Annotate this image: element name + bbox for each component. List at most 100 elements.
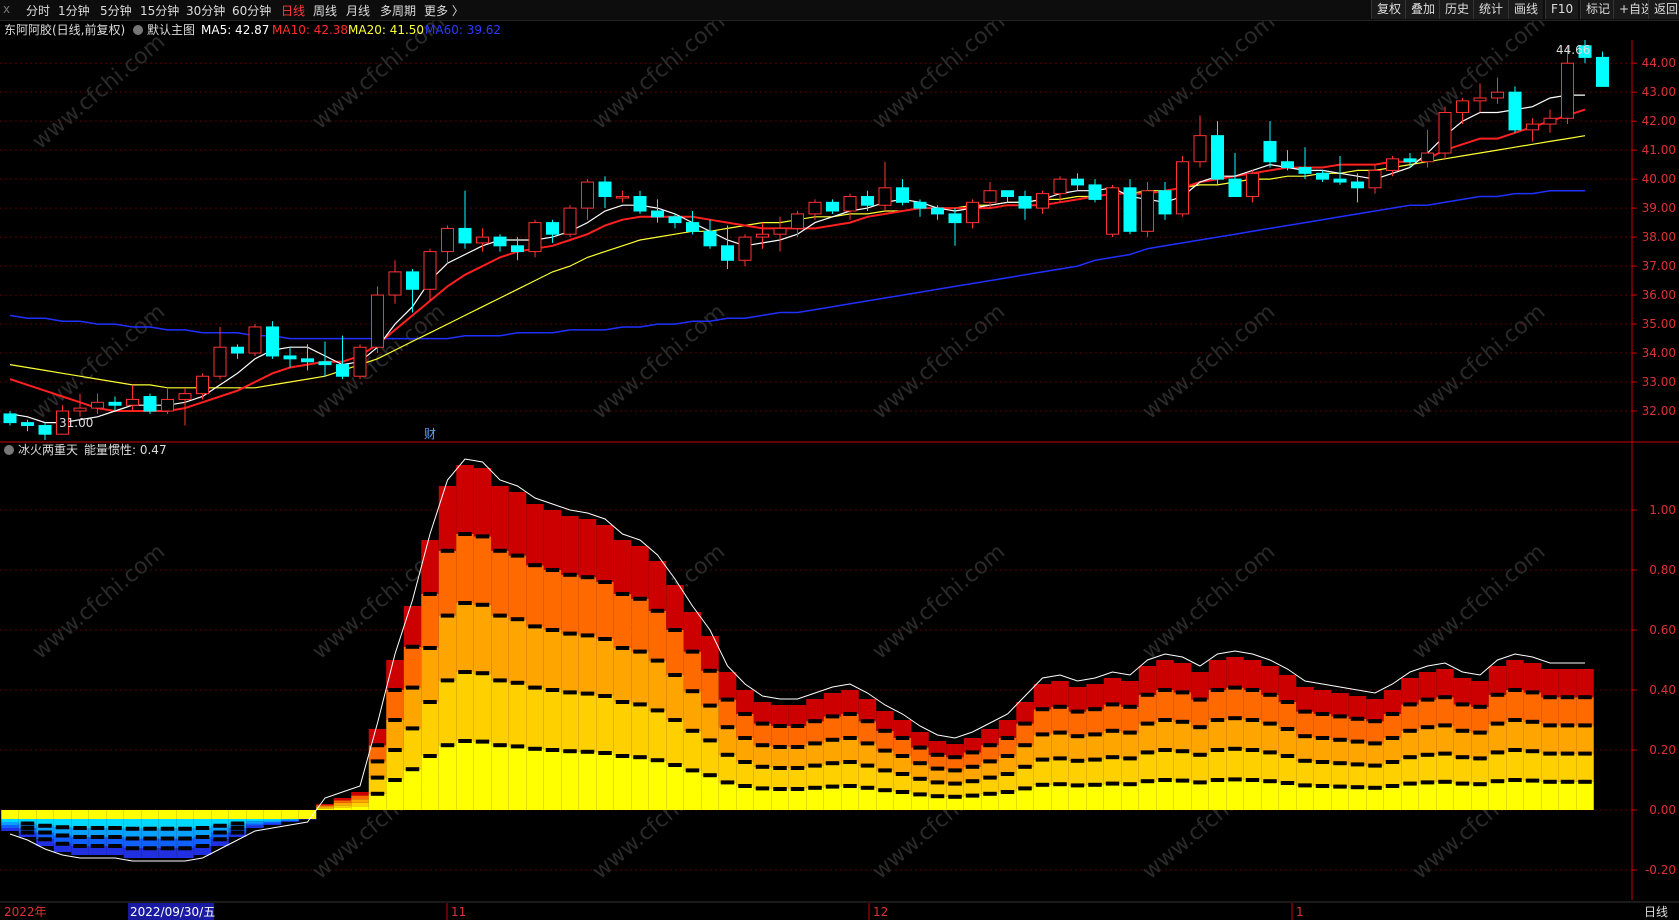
energy-bar-separator (1420, 752, 1435, 757)
energy-bar-segment (1523, 721, 1542, 752)
tab-timeframe-1[interactable]: 1分钟 (58, 2, 90, 19)
stock-label[interactable]: 东阿阿胶(日线,前复权) (4, 22, 125, 37)
tab-timeframe-5[interactable]: 60分钟 (232, 2, 271, 19)
tab-timeframe-8[interactable]: 月线 (346, 2, 370, 19)
energy-bar-separator (1543, 751, 1557, 756)
candle-body (143, 396, 157, 412)
watermark-text: www.cfchi.com (868, 20, 1010, 135)
energy-bar-segment (1243, 780, 1262, 810)
energy-bar-separator (1140, 779, 1155, 784)
energy-bar-separator (860, 719, 875, 724)
energy-bar-separator (1228, 746, 1242, 751)
energy-bar-segment (1103, 757, 1122, 784)
candle (1036, 190, 1049, 214)
candle-body (353, 346, 367, 377)
energy-bar-separator (930, 780, 945, 785)
energy-area (1, 458, 1594, 862)
energy-bar-separator (720, 780, 735, 785)
energy-bar-segment (788, 789, 807, 810)
energy-bar-separator (1018, 764, 1032, 769)
energy-bar-segment (1, 822, 19, 825)
toolbar-button-1[interactable]: 叠加 (1405, 0, 1441, 19)
moving-average-lines (9, 94, 1586, 424)
energy-bar-separator (1385, 712, 1400, 716)
energy-bar-separator (930, 766, 945, 771)
candle-body (1456, 100, 1469, 113)
energy-bar-separator (370, 775, 385, 780)
toolbar-button-5[interactable]: F10 (1545, 0, 1579, 19)
tab-timeframe-2[interactable]: 5分钟 (100, 2, 132, 19)
energy-bar-separator (773, 766, 787, 770)
candle (1351, 173, 1364, 203)
main-y-tick: 36.00 (1642, 288, 1676, 302)
indicator-name[interactable]: 默认主图 (147, 22, 195, 37)
energy-bar-separator (143, 836, 157, 841)
energy-bar-segment (1, 825, 19, 828)
tab-timeframe-6[interactable]: 日线 (281, 2, 305, 19)
energy-bar-segment (1051, 732, 1069, 759)
ma5-line (9, 94, 1585, 424)
toolbar-button-6[interactable]: 标记 (1580, 0, 1616, 19)
candle-body (773, 227, 787, 235)
candle (318, 341, 332, 377)
energy-bar-segment (1296, 687, 1314, 712)
energy-bar-segment (36, 810, 54, 819)
ma5-label: MA5: 42.87 (201, 23, 269, 37)
candle-body (616, 196, 629, 199)
energy-bar-segment (981, 729, 999, 746)
toolbar-button-2[interactable]: 历史 (1439, 0, 1475, 19)
toolbar-button-4[interactable]: 画线 (1508, 0, 1544, 19)
energy-bar-segment (736, 690, 754, 714)
energy-bar-separator (895, 772, 910, 776)
energy-bar-segment (1016, 723, 1034, 746)
settings-dot-icon-sub[interactable] (4, 445, 14, 455)
candle-body (528, 222, 542, 253)
candle (721, 225, 734, 269)
energy-bar-segment (1348, 787, 1367, 810)
energy-bar-separator (1560, 779, 1575, 784)
energy-bar-separator (1245, 748, 1260, 752)
sub-indicator-name[interactable]: 冰火两重天 (18, 443, 78, 457)
tab-timeframe-7[interactable]: 周线 (313, 2, 337, 19)
tab-timeframe-4[interactable]: 30分钟 (186, 2, 225, 19)
high-marker: 44.66 (1556, 43, 1590, 57)
tab-timeframe-10[interactable]: 更多 〉 (424, 2, 464, 19)
period-badge[interactable]: 日线 (1644, 905, 1668, 919)
energy-bar-segment (631, 757, 649, 810)
energy-bar-segment (578, 635, 597, 694)
tab-timeframe-9[interactable]: 多周期 (380, 2, 416, 19)
energy-bar-separator (580, 749, 595, 754)
energy-bar-segment (648, 760, 667, 810)
energy-bar-segment (928, 782, 947, 797)
toolbar-button-0[interactable]: 复权 (1371, 0, 1407, 19)
energy-bar-separator (650, 608, 665, 613)
energy-bar-segment (1051, 681, 1069, 707)
energy-bar-segment (1296, 760, 1314, 786)
candle (493, 234, 507, 252)
candle-body (1263, 140, 1277, 163)
energy-bar-separator (720, 725, 735, 730)
toolbar-button-8[interactable]: 返回 (1648, 0, 1679, 19)
energy-bar-separator (1140, 721, 1155, 726)
energy-bar-separator (475, 739, 490, 744)
candle (651, 199, 664, 223)
settings-dot-icon[interactable] (133, 25, 143, 35)
energy-bar-segment (1121, 706, 1139, 733)
energy-bar-separator (38, 830, 52, 835)
close-icon[interactable]: x (3, 2, 10, 16)
energy-bar-segment (263, 819, 282, 821)
energy-bar-segment (473, 741, 492, 810)
event-marker[interactable]: 财 (424, 427, 436, 441)
low-marker: 31.00 (59, 416, 93, 430)
energy-bar-separator (1438, 695, 1452, 700)
tab-timeframe-3[interactable]: 15分钟 (140, 2, 179, 19)
energy-bar-segment (561, 516, 579, 575)
toolbar-button-3[interactable]: 统计 (1473, 0, 1509, 19)
stock-chart: www.cfchi.com www.cfchi.com www.cfchi.com w… (0, 20, 1679, 920)
tab-timeframe-0[interactable]: 分时 (26, 2, 50, 19)
energy-bar-segment (998, 774, 1017, 792)
energy-bar-separator (738, 784, 752, 788)
energy-bar-segment (1418, 699, 1437, 728)
energy-bar-separator (125, 846, 140, 851)
energy-bar-separator (1053, 704, 1067, 709)
